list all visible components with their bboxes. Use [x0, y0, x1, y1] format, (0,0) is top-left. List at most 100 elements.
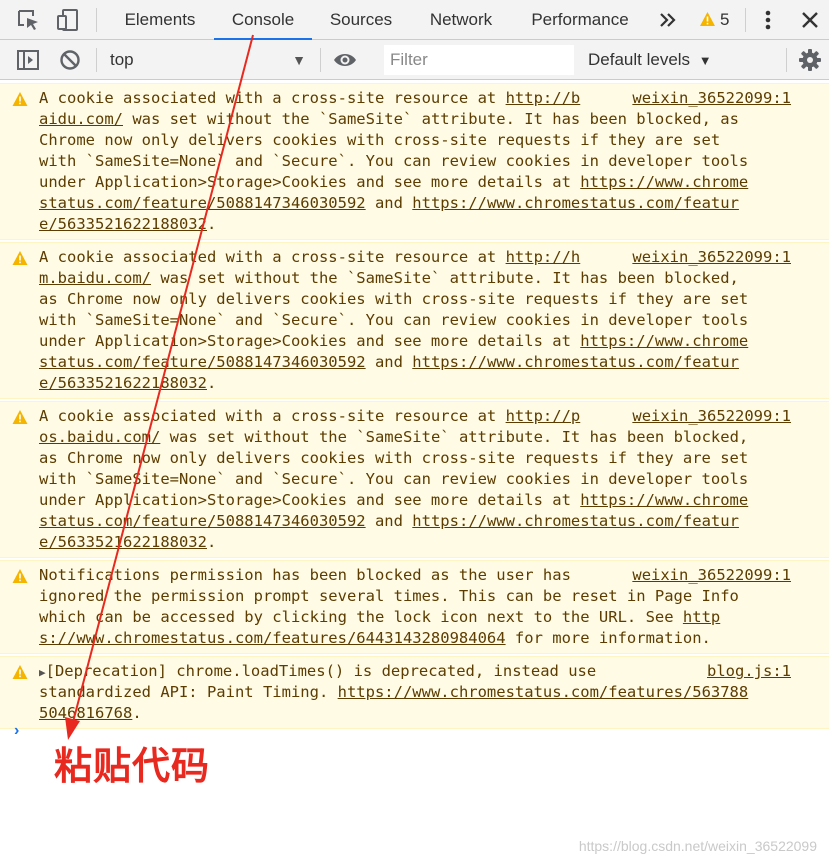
message-text: . — [206, 533, 217, 551]
console-warning-message: A cookie associated with a cross-site re… — [0, 242, 829, 399]
toolbar-divider — [96, 48, 97, 72]
message-link[interactable]: https://www.chrome — [580, 332, 748, 350]
message-link[interactable]: https://www.chrome — [580, 173, 748, 191]
message-line: Chrome now only delivers cookies with cr… — [39, 130, 720, 151]
console-warning-message: ▶[Deprecation] chrome.loadTimes() is dep… — [0, 656, 829, 729]
console-warning-message: A cookie associated with a cross-site re… — [0, 83, 829, 240]
toolbar-divider — [745, 8, 746, 32]
message-link[interactable]: https://www.chromestatus.com/featur — [412, 512, 739, 530]
message-source-link[interactable]: weixin_36522099:1 — [632, 88, 791, 109]
eye-icon[interactable] — [331, 46, 359, 74]
message-source-link[interactable]: blog.js:1 — [707, 661, 791, 682]
message-link[interactable]: http://b — [506, 89, 581, 107]
context-value: top — [110, 50, 134, 69]
dropdown-caret-icon: ▼ — [698, 53, 712, 68]
log-levels-dropdown[interactable]: Default levels ▼ — [588, 45, 712, 75]
warning-icon — [12, 569, 28, 583]
message-text: and — [365, 353, 413, 371]
console-warning-message: A cookie associated with a cross-site re… — [0, 401, 829, 558]
message-text: for more information. — [505, 629, 711, 647]
message-link[interactable]: http://p — [506, 407, 581, 425]
message-text: as Chrome now only delivers cookies with… — [39, 449, 749, 467]
message-line: A cookie associated with a cross-site re… — [39, 88, 580, 109]
message-line: as Chrome now only delivers cookies with… — [39, 448, 748, 469]
console-toolbar: top ▼ Default levels ▼ — [0, 40, 829, 80]
kebab-menu-icon[interactable] — [754, 6, 782, 34]
message-link[interactable]: http://h — [506, 248, 581, 266]
message-line: status.com/feature/5088147346030592 and … — [39, 193, 739, 214]
message-link[interactable]: https://www.chrome — [580, 491, 748, 509]
message-text: with `SameSite=None` and `Secure`. You c… — [39, 470, 749, 488]
message-link[interactable]: status.com/feature/5088147346030592 — [39, 353, 366, 371]
message-link[interactable]: https://www.chromestatus.com/featur — [412, 353, 739, 371]
message-link[interactable]: status.com/feature/5088147346030592 — [39, 512, 366, 530]
tab-network[interactable]: Network — [416, 0, 506, 40]
expand-triangle-icon[interactable]: ▶ — [39, 666, 46, 679]
message-text: was set without the `SameSite` attribute… — [160, 428, 749, 446]
message-text: was set without the `SameSite` attribute… — [150, 269, 739, 287]
message-text: and — [365, 194, 413, 212]
message-link[interactable]: e/5633521622188032 — [39, 215, 207, 233]
close-icon[interactable] — [796, 6, 824, 34]
message-link[interactable]: 5046816768 — [39, 704, 132, 722]
message-text: under Application>Storage>Cookies and se… — [39, 332, 581, 350]
message-link[interactable]: status.com/feature/5088147346030592 — [39, 194, 366, 212]
message-line: ignored the permission prompt several ti… — [39, 586, 739, 607]
message-text: Chrome now only delivers cookies with cr… — [39, 131, 721, 149]
message-text: A cookie associated with a cross-site re… — [39, 407, 506, 425]
message-source-link[interactable]: weixin_36522099:1 — [632, 247, 791, 268]
tab-performance[interactable]: Performance — [520, 0, 640, 40]
warning-count[interactable]: 5 — [720, 0, 729, 40]
message-link[interactable]: http — [683, 608, 720, 626]
inspect-element-icon[interactable] — [14, 6, 42, 34]
message-line: e/5633521622188032. — [39, 373, 216, 394]
log-levels-label: Default levels — [588, 50, 691, 69]
message-text: A cookie associated with a cross-site re… — [39, 89, 506, 107]
message-link[interactable]: aidu.com/ — [39, 110, 123, 128]
filter-input[interactable] — [384, 45, 574, 75]
message-text: and — [365, 512, 413, 530]
message-link[interactable]: s://www.chromestatus.com/features/644314… — [39, 629, 506, 647]
sidebar-toggle-icon[interactable] — [14, 46, 42, 74]
message-line: with `SameSite=None` and `Secure`. You c… — [39, 151, 748, 172]
message-link[interactable]: e/5633521622188032 — [39, 533, 207, 551]
toolbar-divider — [320, 48, 321, 72]
message-text: as Chrome now only delivers cookies with… — [39, 290, 749, 308]
warning-icon — [700, 12, 715, 26]
message-line: status.com/feature/5088147346030592 and … — [39, 511, 739, 532]
message-line: s://www.chromestatus.com/features/644314… — [39, 628, 711, 649]
warning-icon — [12, 665, 28, 679]
double-chevron-icon[interactable] — [654, 6, 682, 34]
message-line: which can be accessed by clicking the lo… — [39, 607, 720, 628]
message-text: A cookie associated with a cross-site re… — [39, 248, 506, 266]
message-text: which can be accessed by clicking the lo… — [39, 608, 683, 626]
clear-console-icon[interactable] — [56, 46, 84, 74]
message-link[interactable]: https://www.chromestatus.com/features/56… — [338, 683, 749, 701]
message-line: under Application>Storage>Cookies and se… — [39, 490, 748, 511]
message-line: standardized API: Paint Timing. https://… — [39, 682, 748, 703]
message-link[interactable]: https://www.chromestatus.com/featur — [412, 194, 739, 212]
message-line: A cookie associated with a cross-site re… — [39, 406, 580, 427]
message-text: with `SameSite=None` and `Secure`. You c… — [39, 152, 749, 170]
tab-sources[interactable]: Sources — [318, 0, 404, 40]
message-text: ignored the permission prompt several ti… — [39, 587, 739, 605]
message-source-link[interactable]: weixin_36522099:1 — [632, 406, 791, 427]
message-line: under Application>Storage>Cookies and se… — [39, 331, 748, 352]
message-link[interactable]: e/5633521622188032 — [39, 374, 207, 392]
devtools-tabbar: Elements Console Sources Network Perform… — [0, 0, 829, 40]
console-warning-message: Notifications permission has been blocke… — [0, 560, 829, 654]
message-source-link[interactable]: weixin_36522099:1 — [632, 565, 791, 586]
message-text: was set without the `SameSite` attribute… — [123, 110, 739, 128]
message-link[interactable]: os.baidu.com/ — [39, 428, 160, 446]
tab-console[interactable]: Console — [214, 0, 312, 40]
tab-elements[interactable]: Elements — [112, 0, 208, 40]
console-prompt[interactable]: › — [14, 722, 19, 740]
message-link[interactable]: m.baidu.com/ — [39, 269, 151, 287]
device-toolbar-icon[interactable] — [54, 6, 82, 34]
context-selector[interactable]: top ▼ — [100, 45, 312, 75]
toolbar-divider — [786, 48, 787, 72]
message-line: e/5633521622188032. — [39, 214, 216, 235]
gear-icon[interactable] — [796, 46, 824, 74]
dropdown-caret-icon: ▼ — [292, 52, 306, 68]
message-line: m.baidu.com/ was set without the `SameSi… — [39, 268, 739, 289]
